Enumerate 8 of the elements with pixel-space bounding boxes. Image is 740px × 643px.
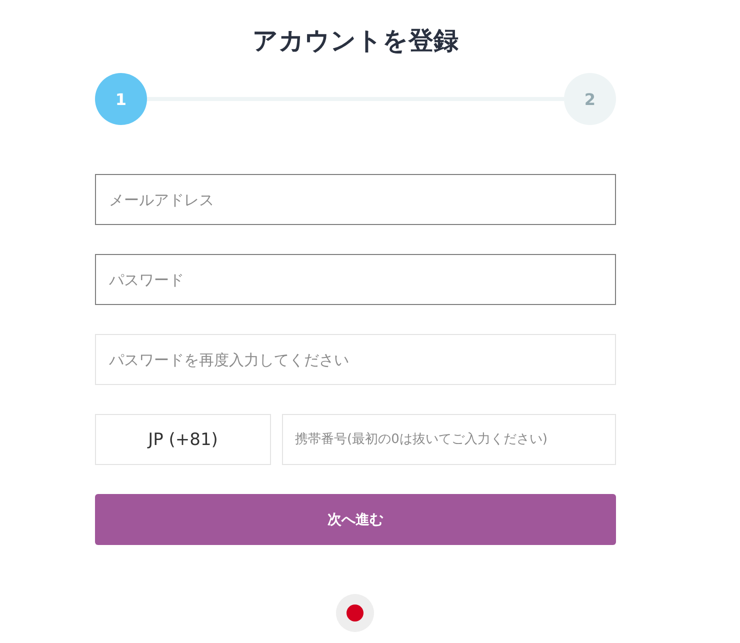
next-button[interactable]: 次へ進む [95,494,616,545]
country-code-selector[interactable]: JP (+81) [95,414,271,465]
page-title: アカウントを登録 [252,25,460,57]
phone-field[interactable]: 携帯番号(最初の0は抜いてご入力ください) [282,414,616,465]
input-field[interactable]: パスワード [95,254,616,305]
input-field[interactable]: メールアドレス [95,174,616,225]
step-indicator: 1 [95,73,147,125]
step-indicator: 2 [564,73,616,125]
